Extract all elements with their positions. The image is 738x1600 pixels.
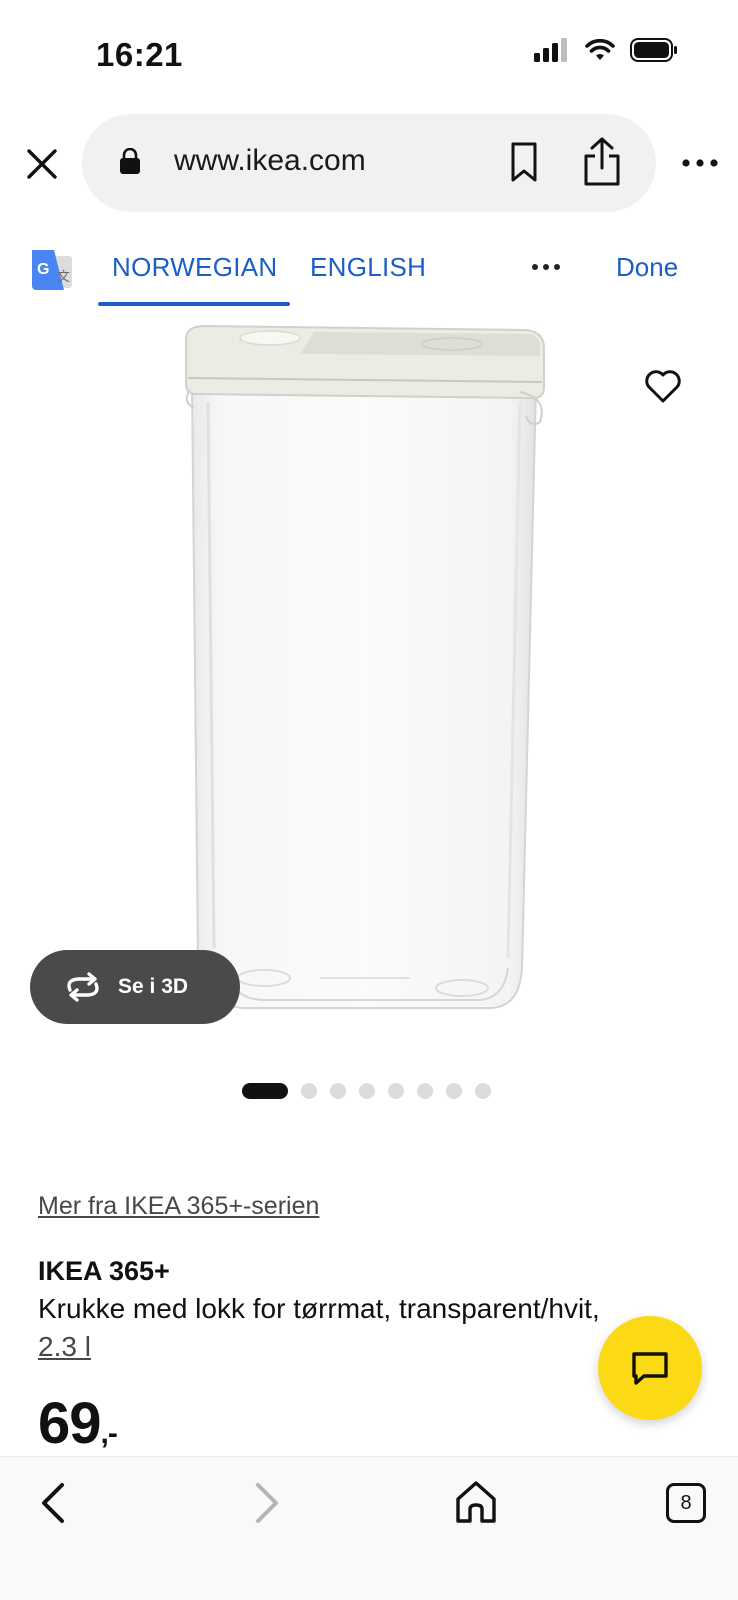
bookmark-button[interactable] bbox=[502, 140, 546, 186]
home-icon bbox=[456, 1481, 496, 1523]
close-icon bbox=[27, 149, 57, 179]
carousel-dot[interactable] bbox=[475, 1083, 491, 1099]
product-price: 69,- bbox=[38, 1390, 118, 1457]
status-time: 16:21 bbox=[96, 36, 183, 73]
carousel-dot[interactable] bbox=[242, 1083, 288, 1099]
product-description-text: Krukke med lokk for tørrmat, transparent… bbox=[38, 1293, 600, 1324]
back-button[interactable] bbox=[36, 1479, 72, 1527]
tabs-button[interactable]: 8 bbox=[666, 1483, 706, 1523]
svg-text:G: G bbox=[37, 261, 49, 278]
price-value: 69 bbox=[38, 1391, 102, 1456]
more-horizontal-icon bbox=[532, 264, 560, 270]
bookmark-icon bbox=[511, 142, 537, 182]
share-button[interactable] bbox=[580, 136, 624, 188]
chat-button[interactable] bbox=[598, 1316, 702, 1420]
tab-norwegian[interactable]: NORWEGIAN bbox=[112, 252, 277, 283]
product-image[interactable] bbox=[0, 318, 738, 1048]
carousel-dot[interactable] bbox=[301, 1083, 317, 1099]
carousel-dot[interactable] bbox=[388, 1083, 404, 1099]
carousel-dot[interactable] bbox=[359, 1083, 375, 1099]
address-bar[interactable]: www.ikea.com bbox=[82, 114, 656, 212]
rotate-3d-icon bbox=[67, 972, 99, 1002]
translate-bar: G 文 NORWEGIAN ENGLISH Done bbox=[0, 230, 738, 310]
carousel-dot[interactable] bbox=[446, 1083, 462, 1099]
view-in-3d-label: Se i 3D bbox=[118, 975, 189, 998]
battery-icon bbox=[630, 38, 677, 62]
status-bar: 16:21 bbox=[0, 0, 738, 108]
status-icons bbox=[534, 38, 678, 62]
forward-button[interactable] bbox=[248, 1479, 284, 1527]
carousel-dot[interactable] bbox=[417, 1083, 433, 1099]
translate-more-button[interactable] bbox=[530, 260, 562, 274]
chevron-left-icon bbox=[42, 1483, 64, 1523]
tab-english[interactable]: ENGLISH bbox=[310, 252, 426, 283]
svg-text:文: 文 bbox=[57, 270, 70, 285]
series-link[interactable]: Mer fra IKEA 365+-serien bbox=[38, 1192, 319, 1221]
lock-icon bbox=[120, 148, 140, 174]
home-button[interactable] bbox=[454, 1479, 498, 1525]
google-translate-logo-icon: G 文 bbox=[32, 250, 72, 290]
view-in-3d-button[interactable]: Se i 3D bbox=[30, 950, 240, 1024]
product-name: IKEA 365+ bbox=[38, 1256, 170, 1286]
price-suffix: ,- bbox=[100, 1417, 118, 1450]
chat-icon bbox=[632, 1352, 668, 1385]
share-icon bbox=[584, 137, 620, 186]
close-button[interactable] bbox=[18, 140, 66, 188]
image-carousel-dots bbox=[242, 1083, 491, 1099]
browser-more-button[interactable] bbox=[676, 148, 724, 178]
active-tab-indicator bbox=[98, 302, 290, 306]
product-size-link[interactable]: 2.3 l bbox=[38, 1331, 91, 1362]
chevron-right-icon bbox=[256, 1483, 278, 1523]
url-text: www.ikea.com bbox=[174, 144, 366, 177]
translate-done-button[interactable]: Done bbox=[616, 252, 678, 283]
browser-toolbar: www.ikea.com bbox=[0, 114, 738, 214]
favorite-button[interactable] bbox=[644, 368, 682, 404]
browser-bottom-bar: 8 bbox=[0, 1456, 738, 1600]
wifi-icon bbox=[585, 38, 615, 60]
cellular-signal-icon bbox=[534, 38, 567, 62]
more-horizontal-icon bbox=[682, 159, 718, 167]
heart-icon bbox=[645, 370, 681, 403]
carousel-dot[interactable] bbox=[330, 1083, 346, 1099]
